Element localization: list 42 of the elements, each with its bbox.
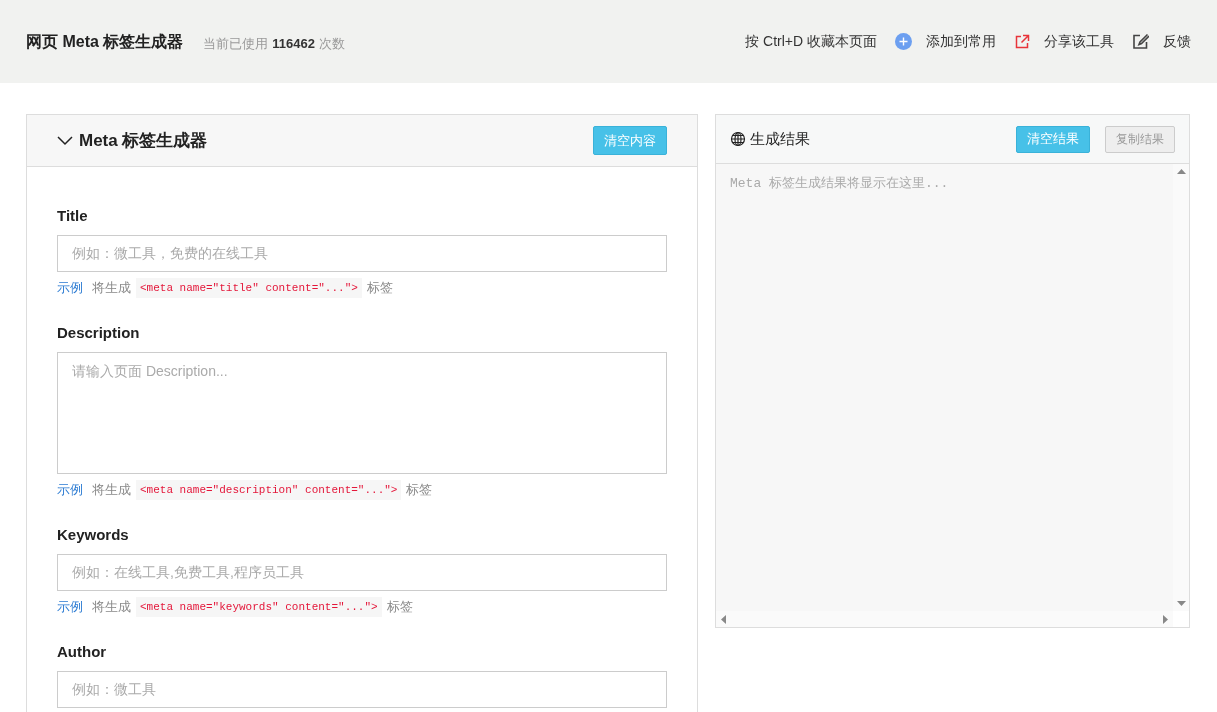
field-label: Description [57,323,141,343]
edit-icon[interactable] [1132,33,1149,50]
field-label: Keywords [57,525,130,545]
description-textarea[interactable]: 请输入页面 Description... [57,351,667,474]
hint-text: 标签 [366,279,393,297]
globe-icon [730,131,746,147]
scroll-down-icon[interactable] [1176,601,1186,606]
hint-text: 将生成 [92,481,131,499]
code-snippet: <meta name="description" content="..."> [136,479,402,500]
hint-text: 将生成 [92,598,131,616]
page-title: 网页 Meta 标签生成器 [26,31,184,52]
action-link[interactable]: 反馈 [1163,31,1191,52]
example-link[interactable]: 示例 [57,278,83,298]
text-input[interactable]: 例如：微工具 [57,670,667,708]
result-textarea[interactable]: Meta 标签生成结果将显示在这里... [716,164,1173,611]
scroll-left-icon[interactable] [721,614,726,624]
code-snippet: <meta name="keywords" content="..."> [136,596,382,617]
usage-count: 116462 [272,34,315,53]
bookmark-hint[interactable]: 按 Ctrl+D 收藏本页面 [745,31,877,52]
result-title: 生成结果 [750,128,810,149]
hint-text: 标签 [386,598,413,616]
hint-text: 标签 [406,481,433,499]
panel-title: Meta 标签生成器 [79,129,208,152]
action-link[interactable]: 分享该工具 [1044,31,1114,52]
text-input[interactable]: 例如：微工具，免费的在线工具 [57,234,667,272]
scroll-right-icon[interactable] [1163,614,1168,624]
plus-icon[interactable] [895,33,912,50]
text-input[interactable]: 例如：在线工具,免费工具,程序员工具 [57,553,667,591]
field-label: Title [57,206,89,226]
usage-unit: 次数 [319,34,345,53]
hint-text: 将生成 [92,279,131,297]
example-link[interactable]: 示例 [57,597,83,617]
chevron-down-icon[interactable] [57,135,73,146]
scroll-up-icon[interactable] [1176,169,1186,174]
horizontal-scrollbar[interactable] [716,611,1173,627]
usage-label: 当前已使用 [203,34,269,53]
example-link[interactable]: 示例 [57,480,83,500]
share-icon[interactable] [1014,33,1030,50]
vertical-scrollbar[interactable] [1173,164,1189,611]
code-snippet: <meta name="title" content="..."> [136,277,362,298]
action-link[interactable]: 添加到常用 [926,31,996,52]
field-label: Author [57,642,108,662]
